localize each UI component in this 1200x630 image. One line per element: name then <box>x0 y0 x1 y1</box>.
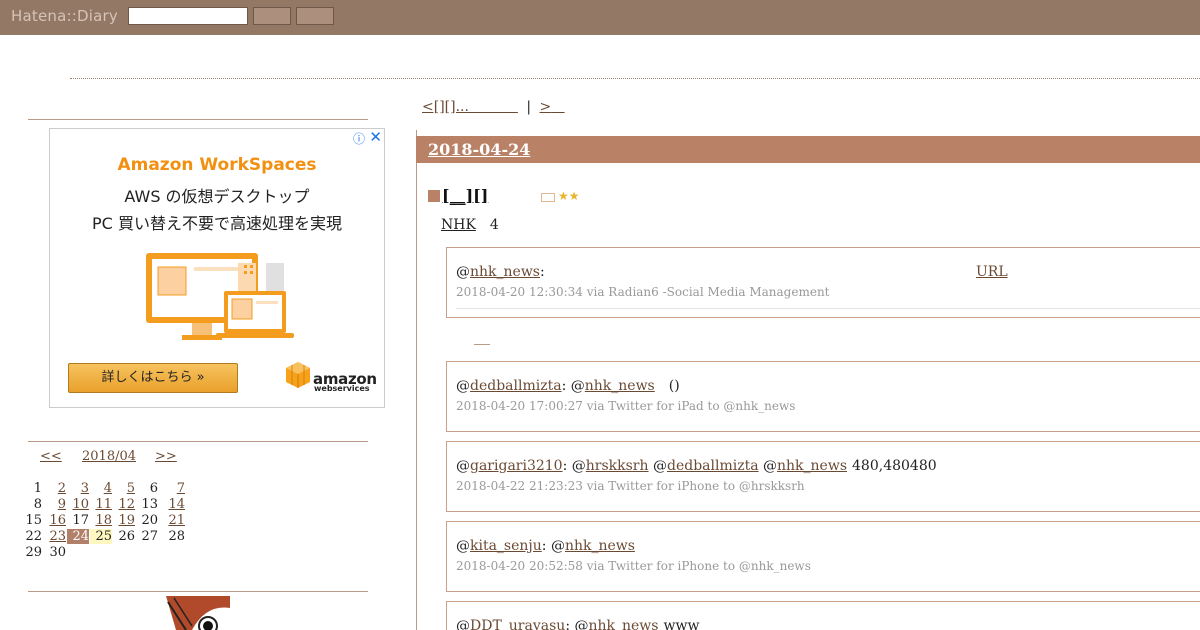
tweet-user-link[interactable]: garigari3210 <box>470 458 563 474</box>
tweet-user-link[interactable]: kita_senju <box>470 538 542 554</box>
tweet-body: @kita_senju: @nhk_news <box>456 538 635 554</box>
tweet-url-link[interactable]: URL <box>976 264 1008 280</box>
tweet-card: @DDT_urayasu: @nhk_news www <box>446 601 1200 630</box>
calendar-prev-link[interactable]: << <box>40 449 62 464</box>
tweet-body: @garigari3210: @hrskksrh @dedballmizta @… <box>456 458 937 474</box>
tweet-body: @dedballmizta: @nhk_news() <box>456 378 680 394</box>
tweet-divider <box>456 308 1200 309</box>
calendar-day: 8 <box>33 497 42 512</box>
calendar-day[interactable]: 3 <box>67 481 89 496</box>
pager-separator: | <box>526 99 532 115</box>
ad-headline: AWS の仮想デスクトップ <box>124 187 310 206</box>
tweet-mention-link[interactable]: dedballmizta <box>667 458 759 474</box>
calendar-day: 17 <box>72 513 89 528</box>
calendar-day: 26 <box>118 529 135 544</box>
tweet-card: @dedballmizta: @nhk_news() 2018-04-20 17… <box>446 361 1200 432</box>
calendar-day: 29 <box>25 545 42 560</box>
calendar-day[interactable]: 19 <box>113 513 135 528</box>
calendar-day: 30 <box>49 545 66 560</box>
entry-pager: <[][]... | > <box>422 99 565 115</box>
calendar-day[interactable]: 16 <box>44 513 66 528</box>
section-title-link[interactable]: [__][] <box>442 186 488 205</box>
section-title: [__][] <box>428 186 488 205</box>
calendar-month-link[interactable]: 2018/04 <box>82 449 136 464</box>
info-icon[interactable]: ⓘ <box>353 130 365 147</box>
calendar-top-divider <box>28 441 368 442</box>
diary-search-button[interactable] <box>296 7 334 25</box>
calendar-day: 22 <box>25 529 42 544</box>
close-icon[interactable]: ✕ <box>369 128 382 146</box>
calendar-day[interactable]: 10 <box>67 497 89 512</box>
top-bar: Hatena::Diary <box>0 0 1200 35</box>
calendar-day[interactable]: 18 <box>90 513 112 528</box>
search-input[interactable] <box>128 7 248 25</box>
tweet-mention-link[interactable]: nhk_news <box>565 538 635 554</box>
tweet-body: @nhk_news: <box>456 264 545 280</box>
entry-intro: NHK 4 <box>441 217 499 233</box>
tweet-user-link[interactable]: DDT_urayasu <box>470 618 565 630</box>
sidebar-divider <box>28 119 368 120</box>
calendar-day[interactable]: 5 <box>113 481 135 496</box>
tweet-card: @nhk_news: URL 2018-04-20 12:30:34 via R… <box>446 247 1200 318</box>
tweet-mention-link[interactable]: nhk_news <box>777 458 847 474</box>
tweet-meta: 2018-04-20 20:52:58 via Twitter for iPho… <box>456 559 811 573</box>
calendar-day: 20 <box>141 513 158 528</box>
mascot-image <box>166 596 230 630</box>
tweet-user-link[interactable]: nhk_news <box>470 264 540 280</box>
pager-prev-link[interactable]: <[][]... <box>422 99 469 115</box>
calendar-day: 6 <box>149 481 158 496</box>
tweet-body: @DDT_urayasu: @nhk_news www <box>456 618 699 630</box>
ad-cta-button[interactable]: 詳しくはこちら » <box>68 363 238 393</box>
calendar-day: 25 <box>90 529 112 544</box>
calendar-day: 27 <box>141 529 158 544</box>
tweet-mention-link[interactable]: nhk_news <box>585 378 655 394</box>
calendar-day: 15 <box>25 513 42 528</box>
desktop-illustration <box>146 253 294 340</box>
calendar-day[interactable]: 21 <box>163 513 185 528</box>
star-icon[interactable]: ★★ <box>558 189 580 203</box>
header-divider <box>70 78 1200 79</box>
hatena-diary-logo[interactable]: Hatena::Diary <box>11 7 118 25</box>
calendar-day[interactable]: 2 <box>44 481 66 496</box>
aws-brand-sub: webservices <box>314 384 370 393</box>
calendar-day[interactable]: 7 <box>163 481 185 496</box>
calendar-day[interactable]: 24 <box>67 529 89 544</box>
calendar-day[interactable]: 11 <box>90 497 112 512</box>
nhk-keyword-link[interactable]: NHK <box>441 217 476 233</box>
entry-date-link[interactable]: 2018-04-24 <box>428 140 530 159</box>
ad-subline: PC 買い替え不要で高速処理を実現 <box>92 214 342 233</box>
tweet-mention-link[interactable]: nhk_news <box>588 618 658 630</box>
calendar-day: 1 <box>33 481 42 496</box>
tweet-card: @kita_senju: @nhk_news 2018-04-20 20:52:… <box>446 521 1200 592</box>
tweet-meta: 2018-04-20 17:00:27 via Twitter for iPad… <box>456 399 796 413</box>
calendar-day: 13 <box>141 497 158 512</box>
tweet-meta: 2018-04-22 21:23:23 via Twitter for iPho… <box>456 479 805 493</box>
calendar-bottom-divider <box>28 591 368 592</box>
intro-count: 4 <box>489 217 499 233</box>
date-header: 2018-04-24 <box>416 136 1200 163</box>
calendar-day[interactable]: 14 <box>163 497 185 512</box>
tweet-meta: 2018-04-20 12:30:34 via Radian6 -Social … <box>456 285 830 299</box>
tweet-mention-link[interactable]: hrskksrh <box>586 458 649 474</box>
search-button[interactable] <box>253 7 291 25</box>
calendar-day[interactable]: 12 <box>113 497 135 512</box>
calendar-day[interactable]: 4 <box>90 481 112 496</box>
tweet-user-link[interactable]: dedballmizta <box>470 378 562 394</box>
more-link[interactable] <box>474 344 490 345</box>
calendar-day[interactable]: 9 <box>44 497 66 512</box>
advertisement[interactable]: ⓘ ✕ Amazon WorkSpaces AWS の仮想デスクトップ PC 買… <box>49 128 385 408</box>
bookmark-icon[interactable] <box>541 193 555 202</box>
calendar-next-link[interactable]: >> <box>155 449 177 464</box>
calendar-day: 28 <box>168 529 185 544</box>
aws-cube-icon <box>286 362 310 388</box>
ad-title[interactable]: Amazon WorkSpaces <box>50 155 384 175</box>
section-marker-icon <box>428 190 440 202</box>
calendar-day[interactable]: 23 <box>44 529 66 544</box>
tweet-card: @garigari3210: @hrskksrh @dedballmizta @… <box>446 441 1200 512</box>
pager-next-link[interactable]: > <box>540 99 552 115</box>
